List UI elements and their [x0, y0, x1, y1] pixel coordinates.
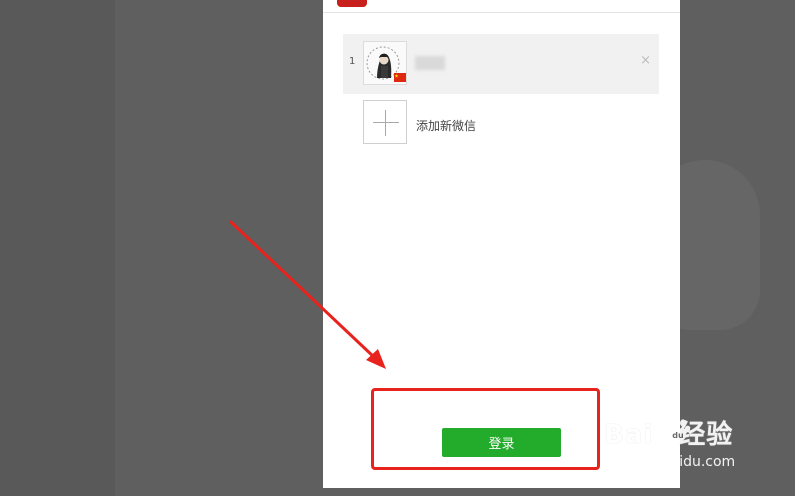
baidu-paw-icon: du: [667, 418, 690, 442]
watermark-url: jingyan.baidu.com: [606, 454, 736, 470]
annotation-highlight-box: [371, 388, 600, 470]
watermark-brand-prefix: Bai: [604, 420, 654, 450]
baidu-jingyan-watermark: Bai 经验 du jingyan.baidu.com: [604, 414, 794, 490]
svg-text:du: du: [672, 431, 684, 440]
